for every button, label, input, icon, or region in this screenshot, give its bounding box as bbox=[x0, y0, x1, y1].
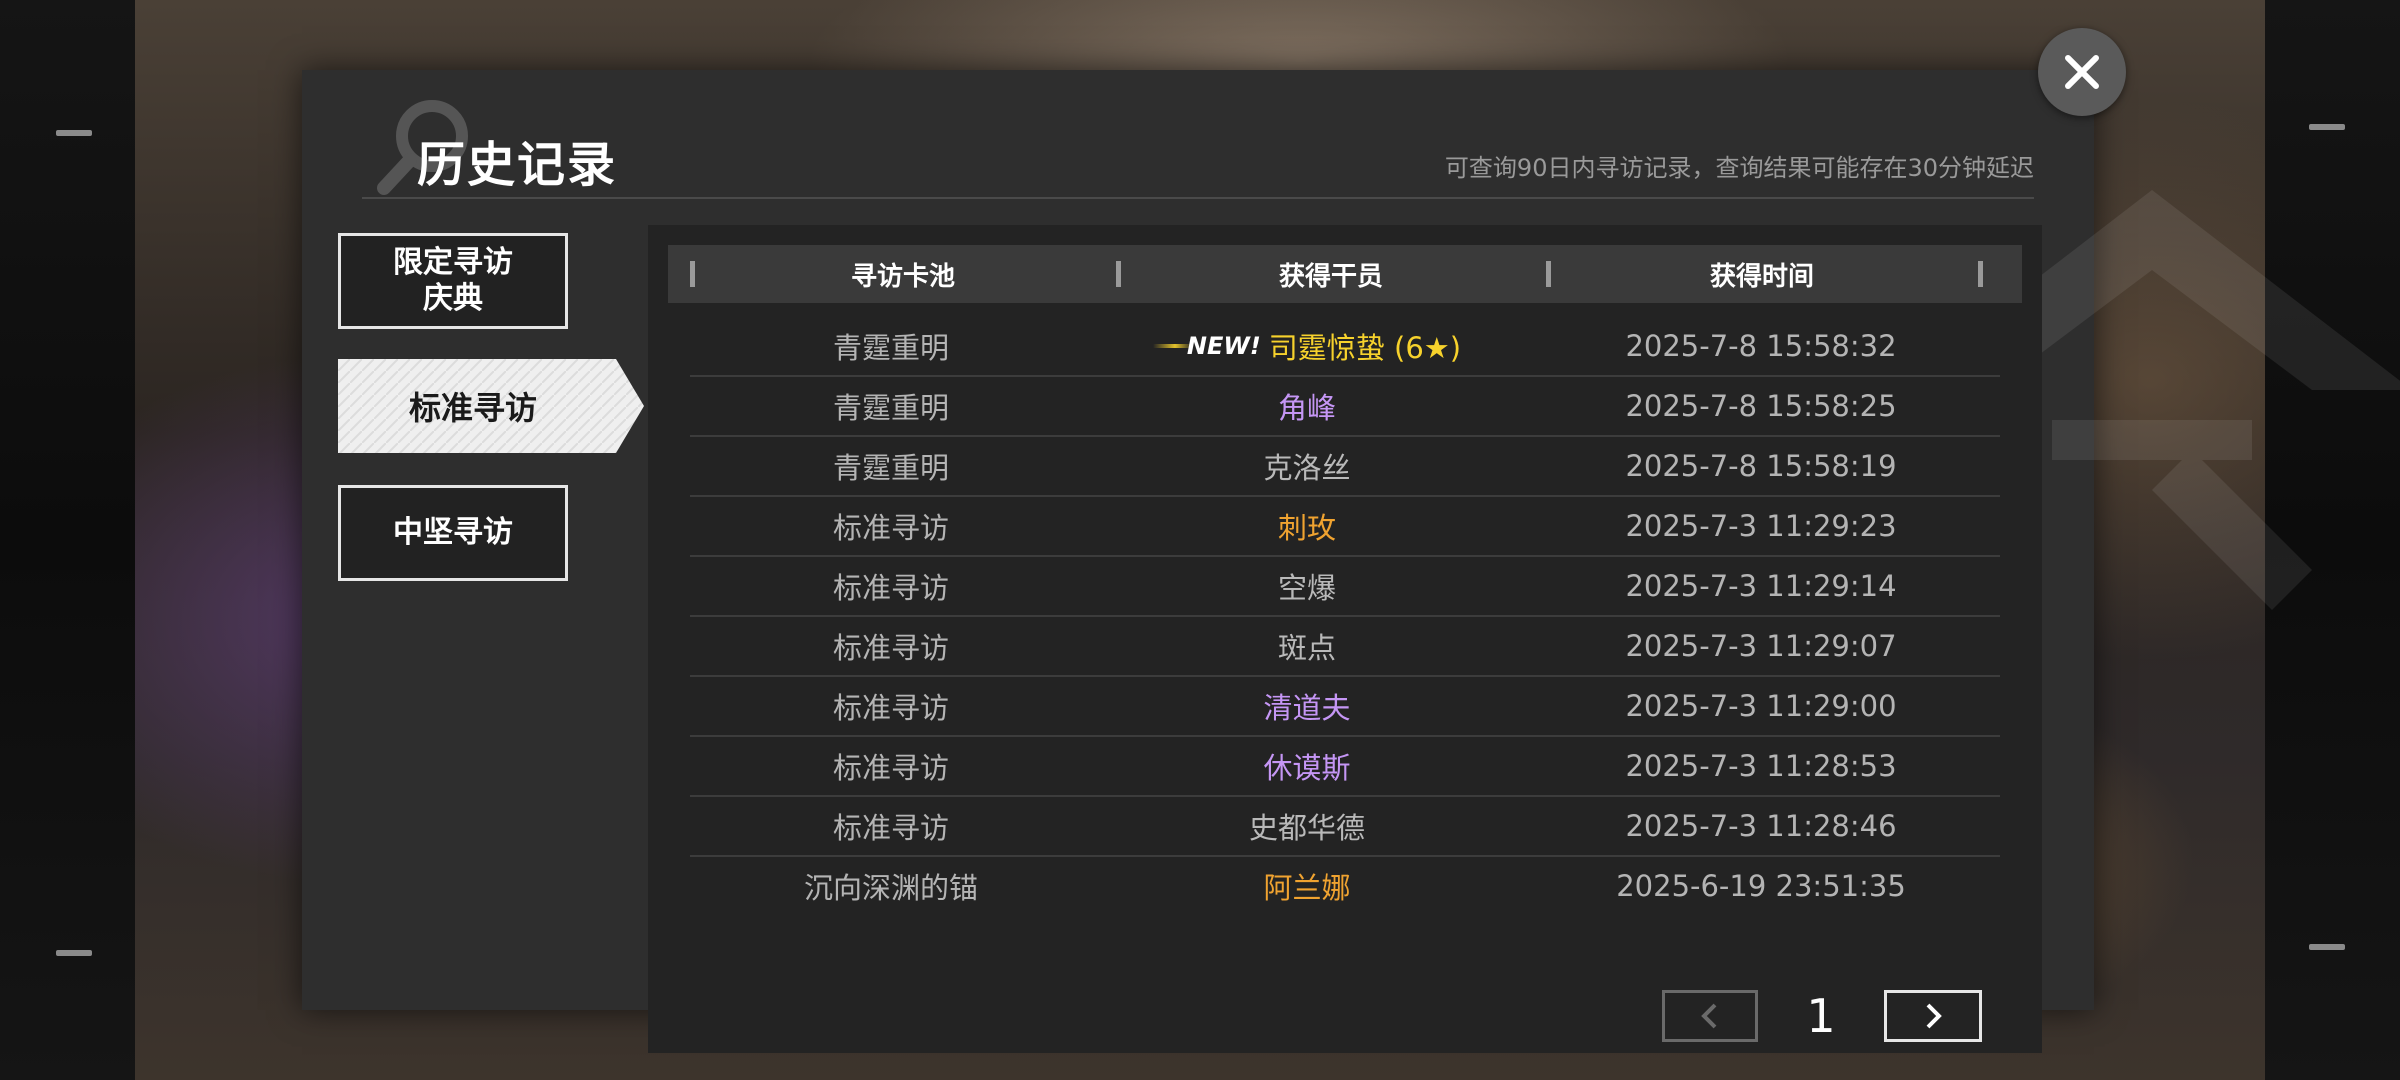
pool-cell: 标准寻访 bbox=[832, 511, 949, 545]
menu-midtier-banner[interactable]: 中坚寻访 bbox=[338, 485, 568, 581]
operator-cell: 休谟斯 bbox=[1263, 751, 1351, 785]
prev-page-button[interactable] bbox=[1662, 990, 1758, 1042]
table-row: 标准寻访 空爆 2025-7-3 11:29:14 bbox=[690, 557, 2000, 617]
strip-dash bbox=[56, 950, 92, 956]
table-row: 标准寻访 刺玫 2025-7-3 11:29:23 bbox=[690, 497, 2000, 557]
time-cell: 2025-7-8 15:58:19 bbox=[1625, 449, 1897, 483]
history-panel: 历史记录 可查询90日内寻访记录，查询结果可能存在30分钟延迟 限定寻访 庆典 … bbox=[302, 70, 2400, 1053]
time-cell: 2025-7-8 15:58:32 bbox=[1625, 329, 1897, 363]
pool-cell: 青霆重明 bbox=[832, 331, 949, 365]
time-cell: 2025-6-19 23:51:35 bbox=[1616, 869, 1906, 903]
table-row: 标准寻访 休谟斯 2025-7-3 11:28:53 bbox=[690, 737, 2000, 797]
menu-label-line2: 庆典 bbox=[423, 281, 483, 316]
pool-cell: 标准寻访 bbox=[832, 631, 949, 665]
time-cell: 2025-7-3 11:29:23 bbox=[1625, 509, 1897, 543]
table-row: 青霆重明 NEW! 司霆惊蛰 (6★) 2025-7-8 15:58:32 bbox=[690, 317, 2000, 377]
menu-label: 中坚寻访 bbox=[393, 515, 513, 550]
pool-cell: 标准寻访 bbox=[832, 571, 949, 605]
operator-cell: 阿兰娜 bbox=[1263, 871, 1351, 905]
operator-name: 司霆惊蛰 (6★) bbox=[1268, 331, 1462, 365]
pool-cell: 青霆重明 bbox=[832, 451, 949, 485]
menu-limited-banner[interactable]: 限定寻访 庆典 bbox=[338, 233, 568, 329]
page-subtitle: 可查询90日内寻访记录，查询结果可能存在30分钟延迟 bbox=[1444, 154, 2034, 182]
menu-label-line1: 限定寻访 bbox=[393, 245, 513, 280]
header-divider bbox=[362, 197, 2034, 199]
operator-cell: 刺玫 bbox=[1277, 511, 1336, 545]
operator-cell: 克洛丝 bbox=[1263, 451, 1351, 485]
left-side-strip bbox=[0, 0, 135, 1080]
strip-dash bbox=[56, 130, 92, 136]
header: 历史记录 可查询90日内寻访记录，查询结果可能存在30分钟延迟 bbox=[302, 70, 2094, 200]
column-header-operator: 获得干员 bbox=[1278, 261, 1383, 292]
pool-cell: 青霆重明 bbox=[832, 391, 949, 425]
next-page-button[interactable] bbox=[1884, 990, 1982, 1042]
column-header-pool: 寻访卡池 bbox=[850, 261, 955, 292]
table-row: 标准寻访 清道夫 2025-7-3 11:29:00 bbox=[690, 677, 2000, 737]
pool-cell: 沉向深渊的锚 bbox=[803, 871, 978, 905]
time-cell: 2025-7-3 11:29:00 bbox=[1625, 689, 1897, 723]
operator-cell: 史都华德 bbox=[1248, 811, 1365, 845]
pool-cell: 标准寻访 bbox=[832, 811, 949, 845]
menu-standard-banner[interactable]: 标准寻访 bbox=[338, 359, 644, 453]
operator-cell: NEW! 司霆惊蛰 (6★) bbox=[1092, 317, 1522, 375]
operator-cell: 角峰 bbox=[1277, 391, 1336, 425]
time-cell: 2025-7-8 15:58:25 bbox=[1625, 389, 1897, 423]
chevron-right-icon bbox=[1926, 1003, 1942, 1029]
new-badge: NEW! bbox=[1152, 332, 1261, 360]
header-separator bbox=[1978, 261, 1983, 287]
operator-cell: 清道夫 bbox=[1263, 691, 1351, 725]
table-row: 标准寻访 斑点 2025-7-3 11:29:07 bbox=[690, 617, 2000, 677]
page-number: 1 bbox=[1806, 989, 1836, 1043]
pool-cell: 标准寻访 bbox=[832, 691, 949, 725]
table-body: 青霆重明 NEW! 司霆惊蛰 (6★) 2025-7-8 15:58:32 青霆… bbox=[690, 317, 2000, 921]
close-icon bbox=[2065, 55, 2099, 89]
operator-cell: 空爆 bbox=[1277, 571, 1336, 605]
column-header-time: 获得时间 bbox=[1709, 261, 1814, 292]
table-header: 寻访卡池 获得干员 获得时间 bbox=[668, 245, 2022, 303]
time-cell: 2025-7-3 11:29:07 bbox=[1625, 629, 1897, 663]
table-row: 沉向深渊的锚 阿兰娜 2025-6-19 23:51:35 bbox=[690, 857, 2000, 921]
close-button[interactable] bbox=[2038, 28, 2126, 116]
time-cell: 2025-7-3 11:28:46 bbox=[1625, 809, 1897, 843]
page-title: 历史记录 bbox=[417, 137, 618, 193]
operator-cell: 斑点 bbox=[1277, 631, 1336, 665]
history-table: 寻访卡池 获得干员 获得时间 青霆重明 NEW! 司霆惊蛰 (6★) 2025-… bbox=[648, 225, 2042, 1053]
menu-label: 标准寻访 bbox=[408, 389, 537, 427]
time-cell: 2025-7-3 11:29:14 bbox=[1625, 569, 1897, 603]
table-row: 标准寻访 史都华德 2025-7-3 11:28:46 bbox=[690, 797, 2000, 857]
table-row: 青霆重明 角峰 2025-7-8 15:58:25 bbox=[690, 377, 2000, 437]
table-row: 青霆重明 克洛丝 2025-7-8 15:58:19 bbox=[690, 437, 2000, 497]
strip-dash bbox=[2309, 124, 2345, 130]
strip-dash bbox=[2309, 944, 2345, 950]
chevron-left-icon bbox=[1701, 1003, 1717, 1029]
time-cell: 2025-7-3 11:28:53 bbox=[1625, 749, 1897, 783]
pool-cell: 标准寻访 bbox=[832, 751, 949, 785]
